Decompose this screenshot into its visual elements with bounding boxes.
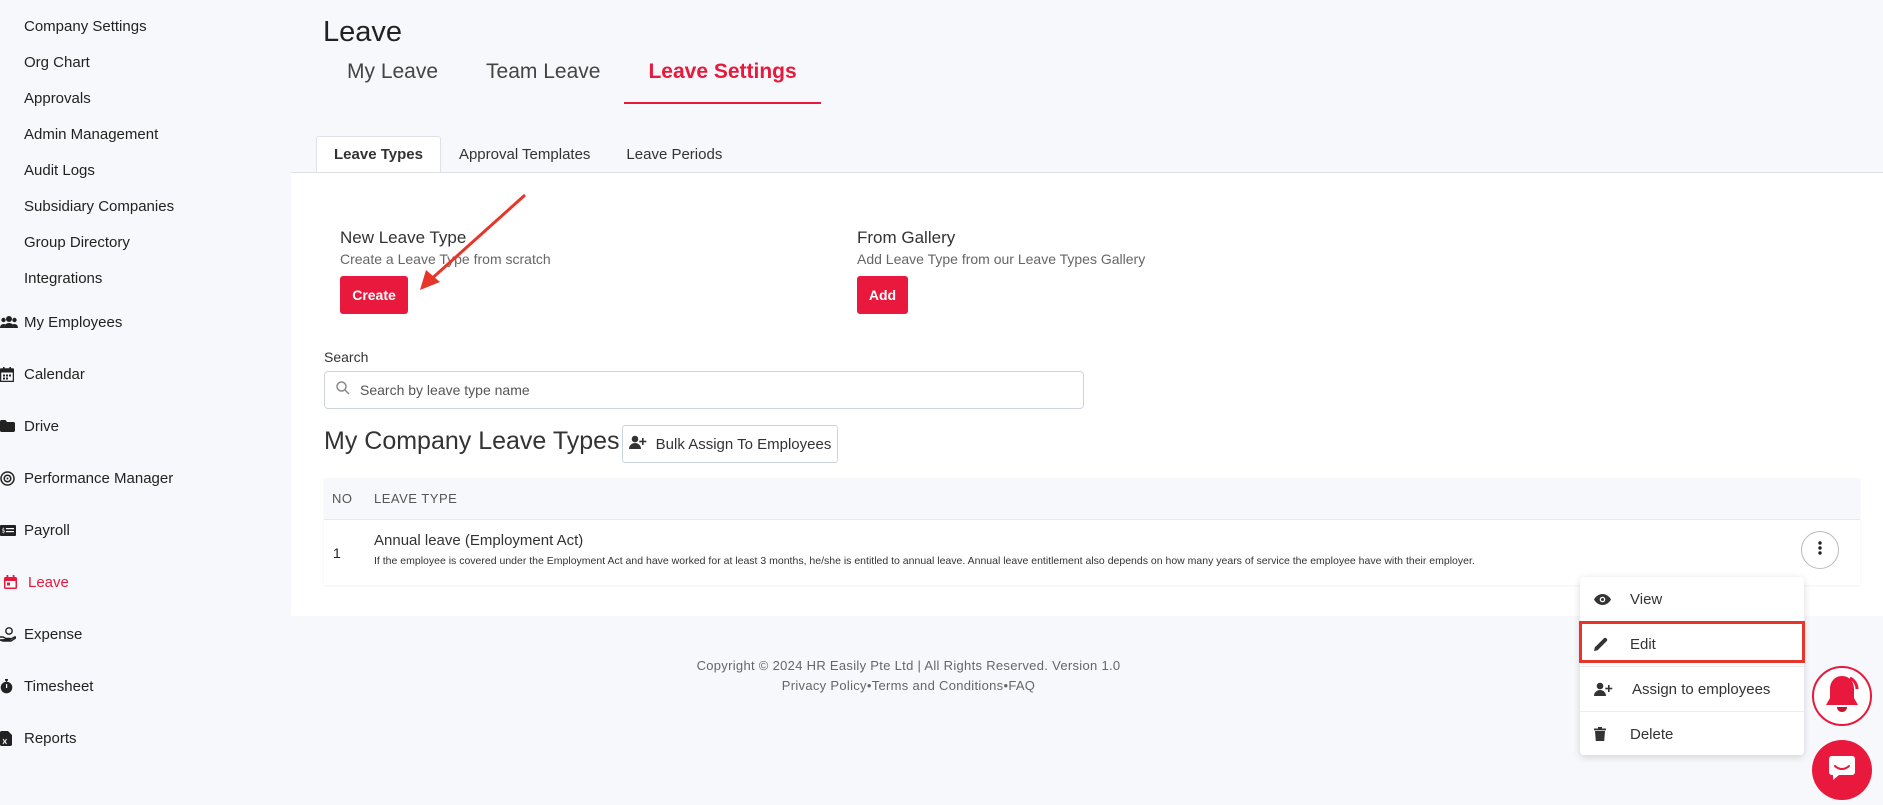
sidebar-item-leave[interactable]: Leave — [0, 573, 69, 591]
search-label: Search — [324, 349, 369, 365]
sidebar-item-integrations[interactable]: Integrations — [24, 270, 102, 287]
privacy-policy-link[interactable]: Privacy Policy — [782, 678, 867, 693]
menu-item-assign[interactable]: Assign to employees — [1580, 667, 1804, 711]
menu-item-label: Assign to employees — [1632, 680, 1771, 698]
more-vertical-icon — [1818, 540, 1822, 560]
sidebar-item-org-chart[interactable]: Org Chart — [24, 54, 90, 71]
leave-types-table: NO LEAVE TYPE 1 Annual leave (Employment… — [324, 478, 1860, 585]
sidebar-item-reports[interactable]: Reports — [0, 729, 77, 747]
chat-button[interactable] — [1812, 740, 1872, 800]
row-actions-menu: View Edit Assign to employees Delete — [1580, 577, 1804, 755]
from-gallery-description: Add Leave Type from our Leave Types Gall… — [857, 251, 1146, 267]
hand-coin-icon — [0, 625, 18, 643]
folder-icon — [0, 417, 18, 435]
menu-item-label: Delete — [1630, 725, 1674, 743]
table-header: NO LEAVE TYPE — [324, 478, 1860, 520]
eye-icon — [1594, 593, 1614, 605]
sidebar-item-group-directory[interactable]: Group Directory — [24, 234, 130, 251]
calendar-leave-icon — [4, 573, 22, 591]
sidebar-item-label: Payroll — [24, 521, 70, 539]
svg-text:$: $ — [2, 527, 6, 534]
sidebar-item-performance-manager[interactable]: Performance Manager — [0, 469, 173, 487]
create-button[interactable]: Create — [340, 276, 408, 314]
page-title: Leave — [323, 16, 403, 48]
users-icon — [0, 313, 18, 331]
sidebar-item-expense[interactable]: Expense — [0, 625, 82, 643]
section-title: My Company Leave Types — [324, 427, 620, 455]
bulk-assign-button[interactable]: Bulk Assign To Employees — [622, 425, 838, 463]
sidebar-item-calendar[interactable]: Calendar — [0, 365, 85, 383]
leave-type-description: If the employee is covered under the Emp… — [374, 555, 1475, 567]
column-header-leave-type: LEAVE TYPE — [374, 491, 458, 506]
row-actions-button[interactable] — [1801, 531, 1839, 569]
sidebar-item-label: My Employees — [24, 313, 123, 331]
sidebar-item-company-settings[interactable]: Company Settings — [24, 18, 147, 35]
faq-link[interactable]: FAQ — [1008, 678, 1035, 693]
sub-tabs: Leave Types Approval Templates Leave Per… — [316, 136, 740, 173]
terms-link[interactable]: Terms and Conditions — [872, 678, 1004, 693]
search-field[interactable] — [324, 371, 1084, 409]
bell-icon — [1820, 672, 1864, 721]
search-icon — [336, 380, 350, 400]
notification-button[interactable] — [1812, 666, 1872, 726]
menu-item-view[interactable]: View — [1580, 577, 1804, 621]
tab-approval-templates[interactable]: Approval Templates — [441, 136, 608, 173]
trash-icon — [1594, 727, 1614, 741]
sidebar-item-admin-management[interactable]: Admin Management — [24, 126, 158, 143]
sidebar-item-label: Performance Manager — [24, 469, 174, 487]
add-button[interactable]: Add — [857, 276, 908, 314]
sidebar-item-audit-logs[interactable]: Audit Logs — [24, 162, 95, 179]
annotation-arrow — [420, 193, 527, 290]
sidebar-item-label: Calendar — [24, 365, 85, 383]
sidebar-item-label: Reports — [24, 729, 77, 747]
leave-type-name: Annual leave (Employment Act) — [374, 532, 584, 549]
bulk-assign-label: Bulk Assign To Employees — [655, 435, 832, 453]
menu-item-label: View — [1630, 590, 1663, 608]
calendar-icon — [0, 365, 18, 383]
report-icon — [0, 729, 18, 747]
user-plus-icon — [1594, 682, 1614, 696]
from-gallery-title: From Gallery — [857, 228, 956, 247]
pencil-icon — [1594, 637, 1614, 651]
sidebar-item-subsidiary-companies[interactable]: Subsidiary Companies — [24, 198, 174, 215]
sidebar-item-my-employees[interactable]: My Employees — [0, 313, 122, 331]
menu-item-label: Edit — [1630, 635, 1656, 653]
top-tabs: My Leave Team Leave Leave Settings — [323, 50, 821, 106]
menu-item-edit[interactable]: Edit — [1580, 622, 1804, 666]
sidebar-item-approvals[interactable]: Approvals — [24, 90, 91, 107]
search-input[interactable] — [360, 382, 1083, 398]
money-icon: $ — [0, 521, 18, 539]
target-icon — [0, 469, 18, 487]
row-number: 1 — [333, 545, 341, 561]
sidebar-item-drive[interactable]: Drive — [0, 417, 59, 435]
user-plus-icon — [628, 435, 647, 453]
tab-my-leave[interactable]: My Leave — [323, 50, 462, 104]
sidebar-item-label: Drive — [24, 417, 60, 435]
menu-item-delete[interactable]: Delete — [1580, 712, 1804, 756]
sidebar-item-label: Expense — [24, 625, 83, 643]
sidebar-item-payroll[interactable]: $ Payroll — [0, 521, 70, 539]
sidebar-item-label: Leave — [28, 573, 69, 591]
tab-leave-settings[interactable]: Leave Settings — [624, 50, 821, 104]
tab-leave-types[interactable]: Leave Types — [316, 136, 441, 173]
chat-icon — [1829, 755, 1855, 785]
column-header-no: NO — [332, 491, 353, 506]
tab-leave-periods[interactable]: Leave Periods — [608, 136, 740, 173]
tab-team-leave[interactable]: Team Leave — [462, 50, 624, 104]
table-row[interactable]: 1 Annual leave (Employment Act) If the e… — [324, 520, 1860, 585]
